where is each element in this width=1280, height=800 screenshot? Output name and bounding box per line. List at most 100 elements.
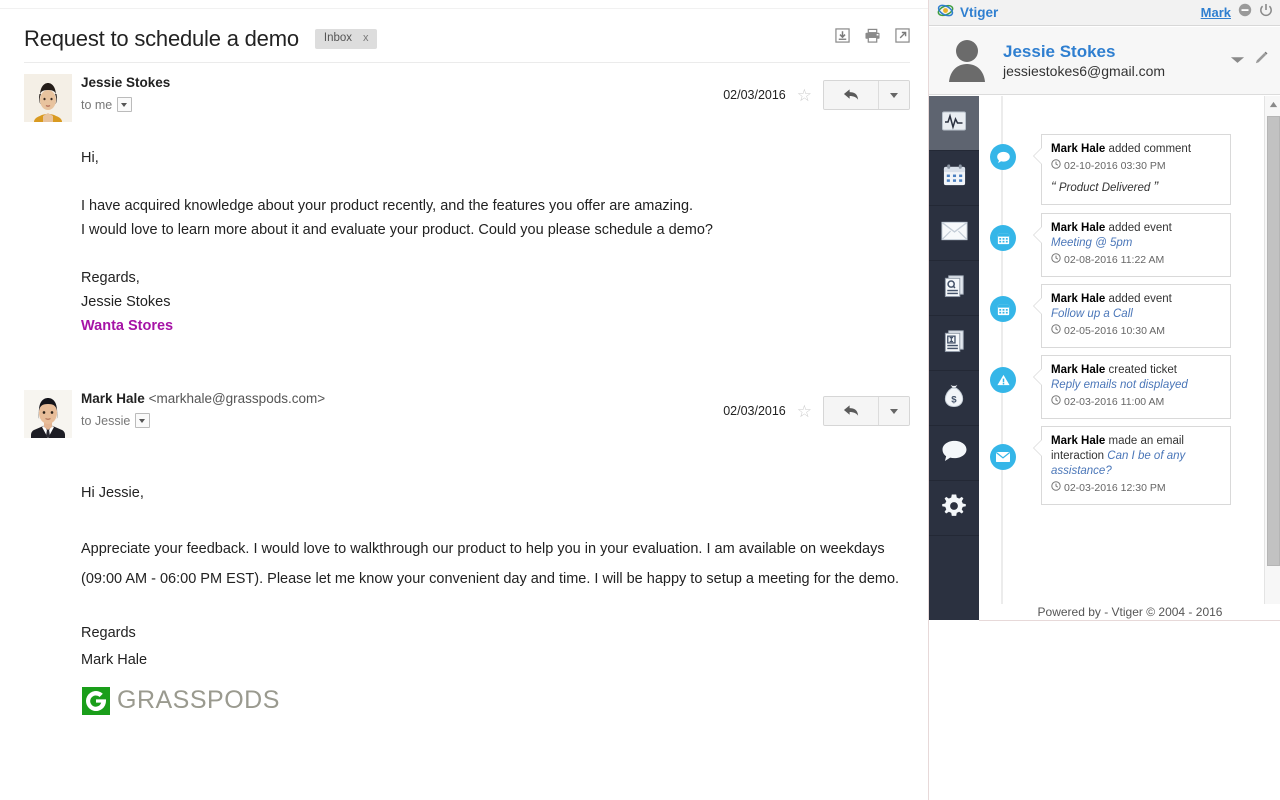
vtiger-sidebar-nav: $ — [929, 96, 979, 620]
open-in-new-window-icon[interactable] — [895, 28, 910, 43]
contact-info: Jessie Stokes jessiestokes6@gmail.com — [1003, 41, 1165, 81]
vtiger-titlebar-actions: Mark — [1201, 3, 1273, 22]
email-thread-pane: Request to schedule a demo Inbox x — [0, 0, 928, 800]
feed-action: added event — [1109, 222, 1172, 234]
timeline-line — [1001, 96, 1003, 620]
chevron-down-icon[interactable] — [1230, 52, 1245, 70]
activity-feed: Mark Hale added comment 02-10-2016 03:30… — [979, 96, 1264, 620]
sidebar-item-opportunities[interactable]: $ — [929, 371, 979, 426]
feed-actor: Mark Hale — [1051, 222, 1105, 234]
download-icon[interactable] — [835, 28, 850, 43]
recipient-line[interactable]: to Jessie — [81, 413, 325, 428]
sidebar-item-activity[interactable] — [929, 96, 979, 151]
feed-time: 02-03-2016 12:30 PM — [1051, 481, 1221, 496]
label-chip-inbox[interactable]: Inbox x — [315, 29, 377, 49]
vtiger-footer-text: Powered by - Vtiger © 2004 - 2016 — [1038, 605, 1223, 619]
feed-actor: Mark Hale — [1051, 435, 1105, 447]
sidebar-item-comments[interactable] — [929, 426, 979, 481]
clock-icon — [1051, 395, 1061, 410]
clock-icon — [1051, 253, 1061, 268]
envelope-icon — [990, 444, 1016, 470]
contact-email: jessiestokes6@gmail.com — [1003, 62, 1165, 81]
message-2-actions: 02/03/2016 ☆ — [723, 396, 910, 426]
panel-empty-area — [929, 621, 1280, 800]
vtiger-app-name: Vtiger — [960, 5, 998, 20]
body-line: I would love to learn more about it and … — [81, 218, 911, 242]
svg-text:$: $ — [951, 395, 957, 406]
scrollbar-thumb[interactable] — [1267, 116, 1280, 566]
reply-button-group — [823, 80, 910, 110]
vtiger-contact-card: Jessie Stokes jessiestokes6@gmail.com — [929, 27, 1280, 95]
feed-card: Mark Hale made an email interaction Can … — [1041, 426, 1231, 505]
scroll-up-arrow-icon[interactable] — [1265, 96, 1280, 113]
feed-time: 02-03-2016 11:00 AM — [1051, 395, 1221, 410]
feed-headline: Mark Hale added comment — [1051, 142, 1221, 157]
body-spacer — [81, 170, 911, 194]
feed-timestamp: 02-08-2016 11:22 AM — [1064, 253, 1164, 268]
avatar — [24, 390, 72, 438]
feed-card: Mark Hale added event Follow up a Call 0… — [1041, 284, 1231, 348]
sidebar-item-quotes[interactable] — [929, 261, 979, 316]
reply-button[interactable] — [824, 81, 878, 109]
feed-timestamp: 02-05-2016 10:30 AM — [1064, 324, 1165, 339]
money-bag-icon: $ — [942, 383, 966, 413]
body-line: Jessie Stokes — [81, 290, 911, 314]
minimize-icon[interactable] — [1238, 3, 1252, 22]
body-paragraph: Appreciate your feedback. I would love t… — [81, 534, 901, 594]
grasspods-logo: GRASSPODS — [82, 686, 280, 715]
more-options-chevron-icon[interactable] — [878, 81, 909, 109]
clock-icon — [1051, 481, 1061, 496]
body-line: Hi, — [81, 146, 911, 170]
feed-headline: Mark Hale made an email interaction Can … — [1051, 434, 1221, 479]
vtiger-crm-panel: Vtiger Mark Jessie Stokes jessie — [928, 0, 1280, 800]
vtiger-logo-icon — [937, 3, 954, 23]
body-line: I have acquired knowledge about your pro… — [81, 194, 911, 218]
recipient-line[interactable]: to me — [81, 97, 170, 112]
remove-label-icon[interactable]: x — [363, 32, 369, 44]
edit-pencil-icon[interactable] — [1254, 51, 1269, 71]
star-icon[interactable]: ☆ — [797, 403, 812, 420]
feed-action: created ticket — [1109, 364, 1177, 376]
pulse-icon — [941, 108, 967, 139]
speech-bubble-icon — [941, 439, 968, 467]
recipient-label: to Jessie — [81, 414, 130, 428]
sidebar-item-email[interactable] — [929, 206, 979, 261]
sender-line: Mark Hale <markhale@grasspods.com> — [81, 390, 325, 407]
feed-actor: Mark Hale — [1051, 293, 1105, 305]
grasspods-wordmark: GRASSPODS — [117, 686, 280, 715]
vtiger-user-link[interactable]: Mark — [1201, 5, 1231, 20]
feed-scrollbar[interactable] — [1264, 96, 1280, 620]
message-2-body: Hi Jessie, Appreciate your feedback. I w… — [81, 478, 901, 674]
quote-close-icon: ” — [1153, 178, 1158, 194]
power-icon[interactable] — [1259, 3, 1273, 22]
sender-name: Mark Hale — [81, 391, 145, 406]
page-title: Request to schedule a demo — [24, 26, 299, 52]
feed-action: added event — [1109, 293, 1172, 305]
reply-button[interactable] — [824, 397, 878, 425]
calendar-icon — [990, 225, 1016, 251]
contact-avatar-icon — [941, 35, 993, 87]
feed-time: 02-10-2016 03:30 PM — [1051, 159, 1221, 174]
sidebar-item-invoices[interactable] — [929, 316, 979, 371]
feed-actor: Mark Hale — [1051, 364, 1105, 376]
message-date: 02/03/2016 — [723, 88, 786, 102]
quote-open-icon: “ — [1051, 178, 1056, 194]
recipient-details-chevron-icon[interactable] — [135, 413, 150, 428]
body-paragraph: Mark Hale — [81, 647, 901, 674]
sidebar-item-calendar[interactable] — [929, 151, 979, 206]
body-spacer — [81, 508, 901, 534]
alert-triangle-icon — [990, 367, 1016, 393]
reply-button-group — [823, 396, 910, 426]
sender-line: Jessie Stokes — [81, 74, 170, 91]
sidebar-item-settings[interactable] — [929, 481, 979, 536]
vtiger-titlebar: Vtiger Mark — [929, 0, 1280, 26]
recipient-details-chevron-icon[interactable] — [117, 97, 132, 112]
subject-row: Request to schedule a demo Inbox x — [24, 22, 904, 56]
recipient-label: to me — [81, 98, 112, 112]
print-icon[interactable] — [864, 28, 881, 43]
star-icon[interactable]: ☆ — [797, 87, 812, 104]
feed-subject: Follow up a Call — [1051, 307, 1221, 322]
more-options-chevron-icon[interactable] — [878, 397, 909, 425]
feed-headline: Mark Hale added event — [1051, 221, 1221, 236]
feed-time: 02-08-2016 11:22 AM — [1051, 253, 1221, 268]
